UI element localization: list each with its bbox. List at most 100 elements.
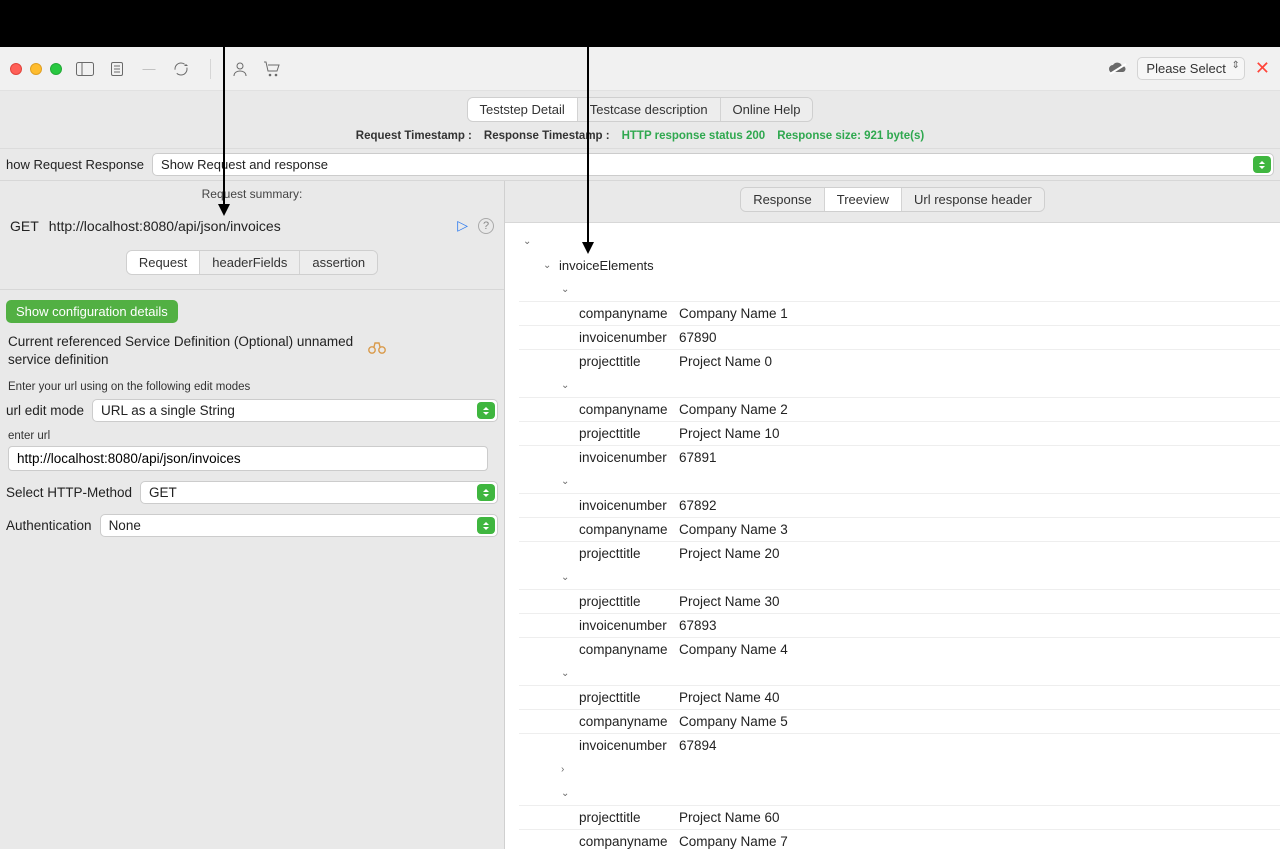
- auth-label: Authentication: [6, 518, 92, 533]
- tree-kv-row[interactable]: companynameCompany Name 2: [519, 397, 1280, 421]
- response-tabs-row: Response Treeview Url response header: [505, 181, 1280, 223]
- traffic-lights: [10, 63, 62, 75]
- tree-node-invoice-elements[interactable]: ⌄ invoiceElements: [519, 253, 1280, 277]
- tree-kv-row[interactable]: invoicenumber67890: [519, 325, 1280, 349]
- tab-testcase-description[interactable]: Testcase description: [578, 98, 721, 121]
- tree-group-node[interactable]: ⌄: [519, 373, 1280, 397]
- tree-group-node[interactable]: ⌄: [519, 661, 1280, 685]
- tree-kv-row[interactable]: companynameCompany Name 1: [519, 301, 1280, 325]
- tree-kv-row[interactable]: invoicenumber67894: [519, 733, 1280, 757]
- tree-kv-row[interactable]: companynameCompany Name 5: [519, 709, 1280, 733]
- tree-key: companyname: [579, 306, 679, 321]
- view-mode-select[interactable]: Show Request and response: [152, 153, 1274, 176]
- url-edit-mode-label: url edit mode: [6, 403, 84, 418]
- tree-key: companyname: [579, 522, 679, 537]
- chevron-down-icon[interactable]: ⌄: [523, 236, 535, 247]
- chevron-down-icon[interactable]: ⌄: [561, 476, 573, 487]
- titlebar-right: Please Select ⇕ ✕: [1109, 57, 1270, 80]
- main-tab-row: Teststep Detail Testcase description Onl…: [0, 91, 1280, 149]
- tree-group-node[interactable]: ⌄: [519, 565, 1280, 589]
- chevron-down-icon[interactable]: ⌄: [561, 380, 573, 391]
- tree-key: invoicenumber: [579, 450, 679, 465]
- response-tabs: Response Treeview Url response header: [740, 187, 1045, 212]
- tree-key: projecttitle: [579, 690, 679, 705]
- url-input[interactable]: [8, 446, 488, 471]
- tab-header-fields[interactable]: headerFields: [200, 251, 300, 274]
- tree-kv-row[interactable]: projecttitleProject Name 0: [519, 349, 1280, 373]
- tab-response[interactable]: Response: [741, 188, 825, 211]
- url-edit-mode-select[interactable]: URL as a single String: [92, 399, 498, 422]
- main-split: Request summary: GET http://localhost:80…: [0, 181, 1280, 849]
- tree-key: projecttitle: [579, 354, 679, 369]
- chevron-updown-icon: [477, 517, 495, 534]
- tree-kv-row[interactable]: projecttitleProject Name 30: [519, 589, 1280, 613]
- status-line: Request Timestamp : Response Timestamp :…: [356, 126, 924, 148]
- binoculars-icon[interactable]: [368, 340, 386, 362]
- user-icon[interactable]: [231, 60, 249, 78]
- request-sub-tabs-row: Request headerFields assertion: [0, 244, 504, 290]
- tab-online-help[interactable]: Online Help: [721, 98, 813, 121]
- minimize-window-button[interactable]: [30, 63, 42, 75]
- zoom-window-button[interactable]: [50, 63, 62, 75]
- tree-kv-row[interactable]: projecttitleProject Name 40: [519, 685, 1280, 709]
- tree-root-node[interactable]: ⌄: [519, 229, 1280, 253]
- profile-select[interactable]: Please Select ⇕: [1137, 57, 1245, 80]
- help-icon[interactable]: ?: [478, 218, 494, 234]
- chevron-updown-icon: [1253, 156, 1271, 173]
- referenced-definition-text: Current referenced Service Definition (O…: [8, 333, 358, 369]
- chevron-updown-icon: ⇕: [1232, 61, 1240, 71]
- tree-value: 67890: [679, 330, 717, 345]
- tree-kv-row[interactable]: invoicenumber67893: [519, 613, 1280, 637]
- tree-group-node[interactable]: ›: [519, 757, 1280, 781]
- auth-select[interactable]: None: [100, 514, 498, 537]
- sync-icon[interactable]: [172, 60, 190, 78]
- chevron-right-icon[interactable]: ›: [561, 764, 573, 775]
- chevron-updown-icon: [477, 402, 495, 419]
- toolbar-icon-group: —: [76, 59, 281, 79]
- close-window-button[interactable]: [10, 63, 22, 75]
- show-config-button[interactable]: Show configuration details: [6, 300, 178, 323]
- tree-kv-row[interactable]: companynameCompany Name 3: [519, 517, 1280, 541]
- request-summary-header: Request summary:: [0, 181, 504, 207]
- chevron-down-icon[interactable]: ⌄: [561, 572, 573, 583]
- tree-kv-row[interactable]: invoicenumber67891: [519, 445, 1280, 469]
- chevron-down-icon[interactable]: ⌄: [561, 668, 573, 679]
- view-mode-value: Show Request and response: [161, 157, 328, 172]
- tree-kv-row[interactable]: projecttitleProject Name 60: [519, 805, 1280, 829]
- tree-key: invoicenumber: [579, 498, 679, 513]
- tree-value: Company Name 1: [679, 306, 788, 321]
- dash-icon[interactable]: —: [140, 60, 158, 78]
- tree-view[interactable]: ⌄ ⌄ invoiceElements ⌄companynameCompany …: [505, 223, 1280, 849]
- tree-kv-row[interactable]: companynameCompany Name 7: [519, 829, 1280, 849]
- tab-teststep-detail[interactable]: Teststep Detail: [468, 98, 578, 121]
- right-pane: Response Treeview Url response header ⌄ …: [505, 181, 1280, 849]
- tree-kv-row[interactable]: invoicenumber67892: [519, 493, 1280, 517]
- tab-assertion[interactable]: assertion: [300, 251, 377, 274]
- chevron-down-icon[interactable]: ⌄: [561, 284, 573, 295]
- tree-group-node[interactable]: ⌄: [519, 469, 1280, 493]
- close-icon[interactable]: ✕: [1255, 58, 1270, 79]
- tree-group-node[interactable]: ⌄: [519, 277, 1280, 301]
- play-icon[interactable]: ▷: [457, 217, 468, 234]
- url-hint: Enter your url using on the following ed…: [0, 371, 504, 397]
- clipboard-icon[interactable]: [108, 60, 126, 78]
- chevron-down-icon[interactable]: ⌄: [561, 788, 573, 799]
- chevron-down-icon[interactable]: ⌄: [543, 260, 555, 271]
- tree-value: Project Name 60: [679, 810, 780, 825]
- sidebar-icon[interactable]: [76, 60, 94, 78]
- tree-value: 67893: [679, 618, 717, 633]
- tree-kv-row[interactable]: projecttitleProject Name 20: [519, 541, 1280, 565]
- tab-request[interactable]: Request: [127, 251, 200, 274]
- cloud-off-icon[interactable]: [1109, 60, 1127, 78]
- tab-url-response-header[interactable]: Url response header: [902, 188, 1044, 211]
- tab-treeview[interactable]: Treeview: [825, 188, 902, 211]
- tree-key: invoicenumber: [579, 738, 679, 753]
- tree-kv-row[interactable]: companynameCompany Name 4: [519, 637, 1280, 661]
- tree-group-node[interactable]: ⌄: [519, 781, 1280, 805]
- http-method-select[interactable]: GET: [140, 481, 498, 504]
- tree-key: projecttitle: [579, 810, 679, 825]
- cart-icon[interactable]: [263, 60, 281, 78]
- main-tabs: Teststep Detail Testcase description Onl…: [467, 97, 814, 122]
- tree-kv-row[interactable]: projecttitleProject Name 10: [519, 421, 1280, 445]
- http-method-row: Select HTTP-Method GET: [0, 479, 504, 506]
